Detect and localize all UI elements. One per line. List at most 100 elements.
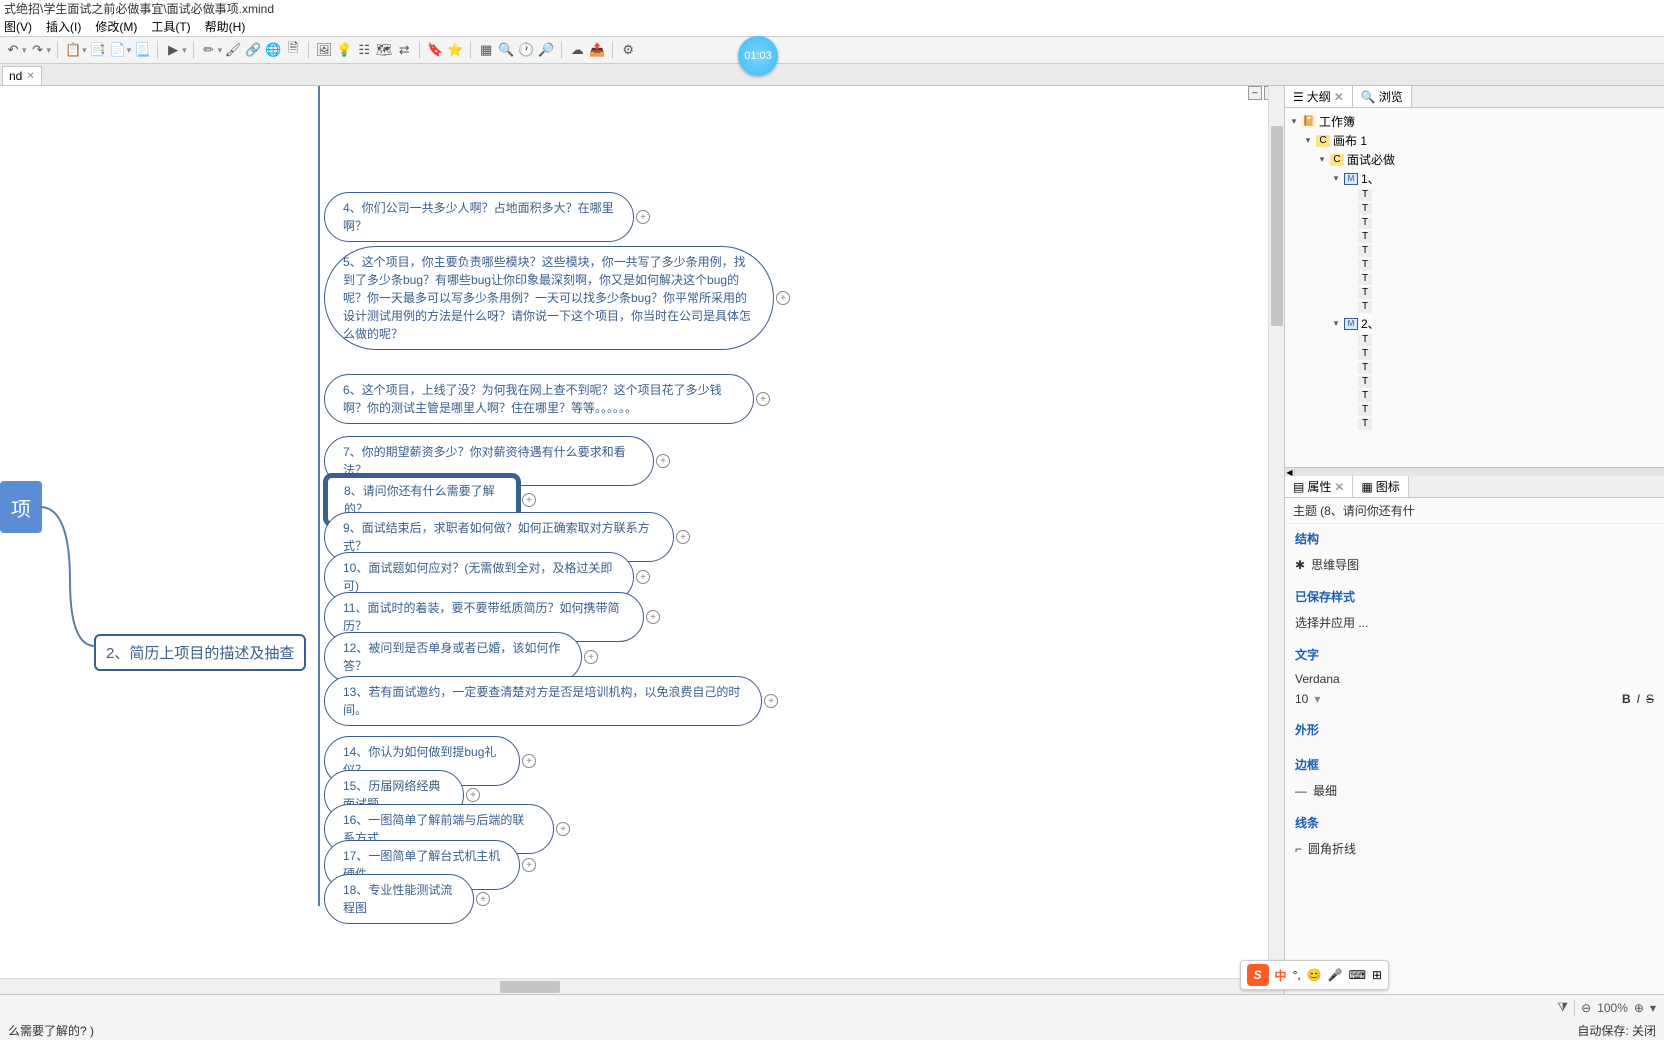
outline-item[interactable]: T [1289, 216, 1660, 230]
toolbar-button[interactable]: 🕐 [517, 41, 535, 59]
expand-icon[interactable]: + [466, 788, 480, 802]
menu-insert[interactable]: 插入(I) [46, 18, 81, 36]
ime-grid[interactable]: ⊞ [1372, 968, 1382, 982]
menu-modify[interactable]: 修改(M) [95, 18, 137, 36]
structure-select[interactable]: ✱ 思维导图 [1295, 553, 1654, 576]
outline-item[interactable]: T [1289, 258, 1660, 272]
menu-tools[interactable]: 工具(T) [151, 18, 190, 36]
document-tab[interactable]: nd ✕ [2, 66, 42, 85]
italic-button[interactable]: I [1637, 692, 1640, 706]
ime-keyboard[interactable]: ⌨ [1349, 968, 1366, 982]
outline-item[interactable]: T [1289, 417, 1660, 431]
icons-tab[interactable]: ▦ 图标 [1353, 476, 1408, 497]
menu-view[interactable]: 图(V) [4, 18, 32, 36]
toolbar-button[interactable]: ⚙ [619, 41, 637, 59]
expand-icon[interactable]: + [676, 530, 690, 544]
topic-node[interactable]: 5、这个项目，你主要负责哪些模块？这些模块，你一共写了多少条用例，找到了多少条b… [324, 246, 774, 350]
outline-item[interactable]: T [1289, 333, 1660, 347]
outline-item[interactable]: ▾M1、 [1289, 169, 1660, 188]
outline-item[interactable]: T [1289, 403, 1660, 417]
sogou-icon[interactable]: S [1247, 964, 1269, 986]
expand-icon[interactable]: + [764, 694, 778, 708]
toolbar-button[interactable]: 🔍 [497, 41, 515, 59]
topic-node[interactable]: 13、若有面试邀约，一定要查清楚对方是否是培训机构，以免浪费自己的时间。 [324, 676, 762, 726]
ime-lang[interactable]: 中 [1275, 967, 1287, 984]
toolbar-button[interactable]: 🖼 [315, 41, 333, 59]
ime-emoji[interactable]: 😊 [1307, 968, 1322, 982]
expand-icon[interactable]: + [646, 610, 660, 624]
canvas[interactable]: – □ 项 2、简历上项目的描述及抽查 ↖ 4、你们公司一共多少人啊？占地面积多… [0, 86, 1284, 994]
outline-tree[interactable]: ▾📔工作簿 ▾C画布 1 ▾C面试必做 ▾M1、TTTTTTTTT▾M2、TTT… [1285, 108, 1664, 468]
outline-scrollbar[interactable]: ◀ [1285, 468, 1664, 476]
toolbar-button[interactable]: ✏ [200, 41, 218, 59]
expand-icon[interactable]: + [756, 392, 770, 406]
browse-tab[interactable]: 🔍 浏览 [1353, 86, 1412, 107]
toolbar-button[interactable]: ↶ [4, 41, 22, 59]
toolbar-button[interactable]: ⭐ [446, 41, 464, 59]
outline-item[interactable]: T [1289, 188, 1660, 202]
subtopic-2[interactable]: 2、简历上项目的描述及抽查 [94, 634, 306, 671]
zoom-menu[interactable]: ▾ [1650, 1001, 1656, 1015]
root-topic[interactable]: 项 [0, 481, 42, 533]
zoom-in-button[interactable]: ⊕ [1634, 1001, 1644, 1015]
topic-node[interactable]: 12、被问到是否单身或者已婚，该如何作答？ [324, 632, 582, 682]
toolbar-button[interactable]: ⇄ [395, 41, 413, 59]
toolbar-button[interactable]: ▦ [477, 41, 495, 59]
toolbar-button[interactable]: 🔗 [244, 41, 262, 59]
close-icon[interactable]: ✕ [26, 71, 34, 82]
toolbar-button[interactable]: 💡 [335, 41, 353, 59]
outline-item[interactable]: ▾M2、 [1289, 314, 1660, 333]
toolbar-button[interactable]: 🔖 [426, 41, 444, 59]
font-select[interactable]: Verdana [1295, 669, 1654, 689]
expand-icon[interactable]: + [476, 892, 490, 906]
toolbar-button[interactable]: 🔎 [537, 41, 555, 59]
expand-icon[interactable]: + [636, 210, 650, 224]
outline-item[interactable]: T [1289, 272, 1660, 286]
expand-icon[interactable]: + [522, 754, 536, 768]
toolbar-button[interactable]: 🗎 [284, 41, 302, 59]
scrollbar-horizontal[interactable] [0, 978, 1284, 994]
toolbar-button[interactable]: 🗺 [375, 41, 393, 59]
expand-icon[interactable]: + [522, 858, 536, 872]
expand-icon[interactable]: + [522, 493, 536, 507]
strike-button[interactable]: S [1646, 692, 1654, 706]
expand-icon[interactable]: + [556, 822, 570, 836]
outline-tab[interactable]: ☰ 大纲 ✕ [1285, 86, 1353, 107]
topic-node[interactable]: 6、这个项目，上线了没？为何我在网上查不到呢？这个项目花了多少钱啊？你的测试主管… [324, 374, 754, 424]
style-select[interactable]: 选择并应用 ... [1295, 611, 1654, 634]
toolbar-button[interactable]: ☷ [355, 41, 373, 59]
ime-voice[interactable]: 🎤 [1328, 968, 1343, 982]
outline-item[interactable]: T [1289, 286, 1660, 300]
topic-node[interactable]: 4、你们公司一共多少人啊？占地面积多大？在哪里啊？ [324, 192, 634, 242]
line-select[interactable]: ⌐ 圆角折线 [1295, 837, 1654, 860]
toolbar-button[interactable]: ▶ [164, 41, 182, 59]
toolbar-button[interactable]: 📤 [588, 41, 606, 59]
properties-tab[interactable]: ▤ 属性 ✕ [1285, 476, 1353, 497]
minimize-icon[interactable]: – [1248, 86, 1262, 100]
outline-item[interactable]: T [1289, 300, 1660, 314]
toolbar-button[interactable]: ☁ [568, 41, 586, 59]
expand-icon[interactable]: + [636, 570, 650, 584]
toolbar-button[interactable]: ↷ [29, 41, 47, 59]
ime-punct[interactable]: °, [1293, 968, 1301, 982]
topic-node[interactable]: 18、专业性能测试流程图 [324, 874, 474, 924]
toolbar-button[interactable]: 🖌 [224, 41, 242, 59]
zoom-out-button[interactable]: ⊖ [1581, 1001, 1591, 1015]
bold-button[interactable]: B [1622, 692, 1631, 706]
menu-help[interactable]: 帮助(H) [205, 18, 246, 36]
outline-item[interactable]: T [1289, 230, 1660, 244]
toolbar-button[interactable]: 📃 [133, 41, 151, 59]
expand-icon[interactable]: + [584, 650, 598, 664]
outline-item[interactable]: T [1289, 202, 1660, 216]
toolbar-button[interactable]: 📄 [109, 41, 127, 59]
toolbar-button[interactable]: 📑 [89, 41, 107, 59]
outline-item[interactable]: T [1289, 244, 1660, 258]
expand-icon[interactable]: + [656, 454, 670, 468]
expand-icon[interactable]: + [776, 291, 790, 305]
outline-item[interactable]: T [1289, 389, 1660, 403]
ime-toolbar[interactable]: S 中 °, 😊 🎤 ⌨ ⊞ [1240, 960, 1389, 990]
border-select[interactable]: ― 最细 [1295, 779, 1654, 802]
toolbar-button[interactable]: 🌐 [264, 41, 282, 59]
toolbar-button[interactable]: 📋 [64, 41, 82, 59]
scrollbar-vertical[interactable] [1268, 86, 1284, 978]
